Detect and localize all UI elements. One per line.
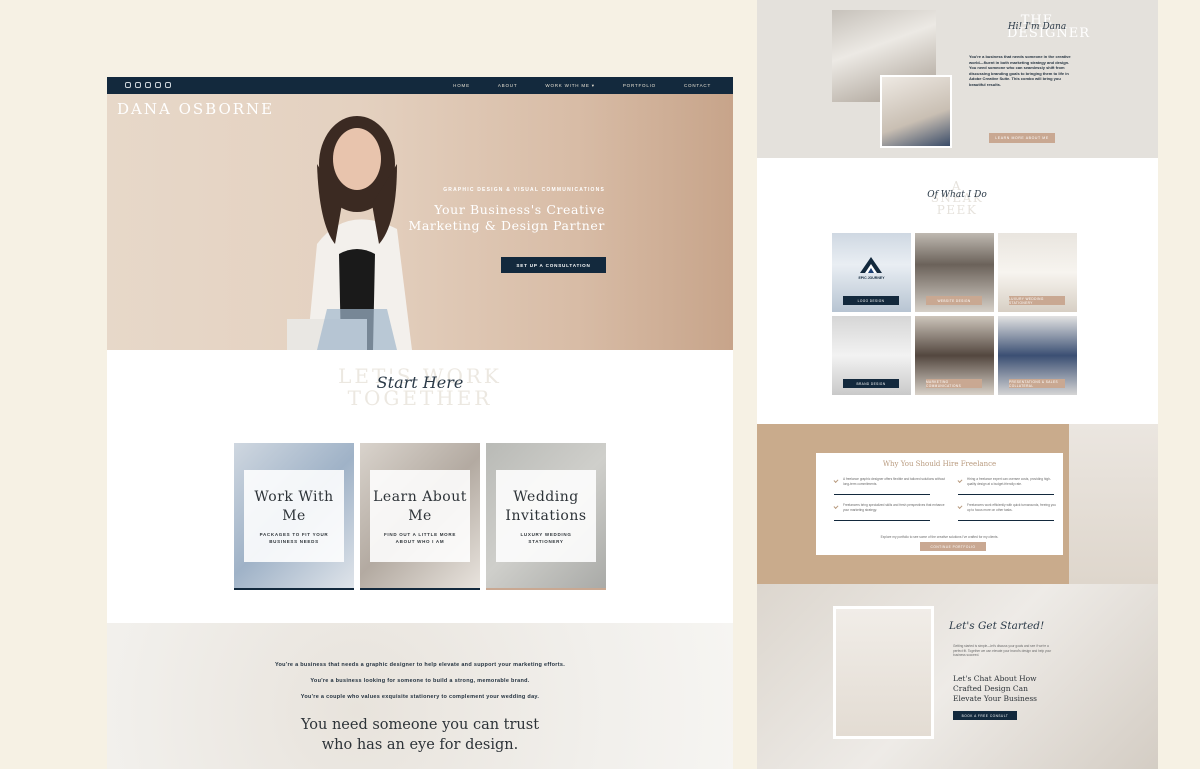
long-page-preview: THE DESIGNER Hi! I'm Dana You're a busin…: [757, 0, 1158, 769]
audience-line: You're a business that needs a graphic d…: [274, 662, 566, 668]
check-icon: [957, 504, 963, 509]
nav-contact[interactable]: CONTACT: [684, 83, 711, 88]
facebook-icon[interactable]: [155, 82, 161, 88]
portfolio-label: LUXURY WEDDING STATIONERY: [1009, 296, 1065, 305]
check-icon: [833, 478, 839, 483]
mail-icon[interactable]: [145, 82, 151, 88]
why-item: Freelancers work efficiently with quick …: [967, 503, 1056, 512]
hero-title: Your Business's Creative Marketing & Des…: [408, 202, 605, 233]
designer-standing-photo: [1069, 424, 1158, 584]
free-consult-button[interactable]: BOOK A FREE CONSULT: [953, 711, 1017, 720]
get-started-script: Let's Get Started!: [949, 620, 1045, 632]
portfolio-label: MARKETING COMMUNICATIONS: [926, 379, 982, 388]
portfolio-item[interactable]: EPIC JOURNEY LOGO DESIGN: [832, 233, 911, 312]
why-freelance-section: Why You Should Hire Freelance A freelanc…: [757, 424, 1158, 584]
portfolio-button[interactable]: CONTINUE PORTFOLIO: [920, 542, 986, 551]
portfolio-script: Of What I Do: [927, 190, 987, 200]
get-started-title: Let's Chat About How Crafted Design Can …: [953, 674, 1038, 703]
portfolio-item[interactable]: BRAND DESIGN: [832, 316, 911, 395]
about-script: Hi! I'm Dana: [1007, 22, 1067, 32]
card-title: Wedding Invitations: [505, 489, 587, 524]
why-title: Why You Should Hire Freelance: [882, 460, 997, 468]
designer-photo: [880, 75, 952, 148]
card-wedding-invitations[interactable]: Wedding Invitations LUXURY WEDDING STATI…: [486, 443, 606, 590]
nav-links: HOME ABOUT WORK WITH ME ▾ PORTFOLIO CONT…: [453, 77, 711, 94]
divider: [834, 520, 930, 521]
designer-portrait-framed: [833, 606, 934, 739]
card-title: Work With Me: [254, 489, 334, 524]
audience-section: You're a business that needs a graphic d…: [107, 623, 733, 769]
consultation-button[interactable]: SET UP A CONSULTATION: [501, 257, 606, 273]
hero-section: DANA OSBORNE GRAPHIC DESIGN & VISUAL COM…: [107, 94, 733, 350]
card-work-with-me[interactable]: Work With Me PACKAGES TO FIT YOUR BUSINE…: [234, 443, 354, 590]
homepage-preview: HOME ABOUT WORK WITH ME ▾ PORTFOLIO CONT…: [107, 77, 733, 769]
top-navigation-bar: HOME ABOUT WORK WITH ME ▾ PORTFOLIO CONT…: [107, 77, 733, 94]
portfolio-section: A SNEAK PEEK Of What I Do EPIC JOURNEY L…: [757, 158, 1158, 424]
portfolio-label: WEBSITE DESIGN: [926, 296, 982, 305]
card-learn-about-me[interactable]: Learn About Me FIND OUT A LITTLE MORE AB…: [360, 443, 480, 590]
card-subtitle: LUXURY WEDDING STATIONERY: [520, 532, 572, 544]
card-subtitle: PACKAGES TO FIT YOUR BUSINESS NEEDS: [259, 532, 329, 544]
nav-work-with-me[interactable]: WORK WITH ME ▾: [545, 83, 594, 89]
why-footer: Explore my portfolio to see some of the …: [880, 535, 999, 539]
hero-kicker: GRAPHIC DESIGN & VISUAL COMMUNICATIONS: [443, 187, 605, 193]
portfolio-label: LOGO DESIGN: [843, 296, 899, 305]
instagram-icon[interactable]: [125, 82, 131, 88]
why-freelance-card: Why You Should Hire Freelance A freelanc…: [816, 453, 1063, 555]
nav-about[interactable]: ABOUT: [498, 83, 518, 88]
divider: [958, 494, 1054, 495]
divider: [958, 520, 1054, 521]
get-started-section: Let's Get Started! Getting started is si…: [757, 584, 1158, 769]
audience-line: You're a business looking for someone to…: [310, 678, 530, 684]
logo-text: EPIC JOURNEY: [858, 276, 885, 280]
start-here-cards: Work With Me PACKAGES TO FIT YOUR BUSINE…: [234, 443, 606, 590]
about-section: THE DESIGNER Hi! I'm Dana You're a busin…: [757, 0, 1158, 158]
why-item: Freelancers bring specialized skills and…: [843, 503, 945, 512]
card-overlay: Work With Me PACKAGES TO FIT YOUR BUSINE…: [244, 470, 344, 562]
nav-home[interactable]: HOME: [453, 83, 470, 88]
portfolio-item[interactable]: WEBSITE DESIGN: [915, 233, 994, 312]
portfolio-item[interactable]: PRESENTATIONS & SALES COLLATERAL: [998, 316, 1077, 395]
divider: [834, 494, 930, 495]
why-item: Hiring a freelance expert can oversee co…: [967, 477, 1051, 486]
about-text: You're a business that needs someone in …: [969, 54, 1071, 87]
card-title: Learn About Me: [373, 489, 467, 524]
portfolio-label: BRAND DESIGN: [843, 379, 899, 388]
card-overlay: Wedding Invitations LUXURY WEDDING STATI…: [496, 470, 596, 562]
check-icon: [833, 504, 839, 509]
tiktok-icon[interactable]: [165, 82, 171, 88]
audience-line: You're a couple who values exquisite sta…: [300, 694, 540, 700]
social-icons: [125, 82, 171, 88]
check-icon: [957, 478, 963, 483]
pinterest-icon[interactable]: [135, 82, 141, 88]
audience-quote: You need someone you can trust who has a…: [300, 717, 540, 753]
start-heading-script: Start Here: [376, 373, 464, 392]
learn-more-button[interactable]: LEARN MORE ABOUT ME: [989, 133, 1055, 143]
why-item: A freelance graphic designer offers flex…: [843, 477, 946, 486]
portfolio-item[interactable]: MARKETING COMMUNICATIONS: [915, 316, 994, 395]
portfolio-grid: EPIC JOURNEY LOGO DESIGN WEBSITE DESIGN …: [832, 233, 1077, 395]
card-subtitle: FIND OUT A LITTLE MORE ABOUT WHO I AM: [383, 532, 457, 544]
nav-portfolio[interactable]: PORTFOLIO: [623, 83, 656, 88]
start-here-heading: LET'S WORK TOGETHER Start Here: [107, 365, 733, 409]
card-overlay: Learn About Me FIND OUT A LITTLE MORE AB…: [370, 470, 470, 562]
portfolio-label: PRESENTATIONS & SALES COLLATERAL: [1009, 379, 1065, 388]
portfolio-item[interactable]: LUXURY WEDDING STATIONERY: [998, 233, 1077, 312]
get-started-text: Getting started is simple—let's discuss …: [953, 644, 1052, 658]
